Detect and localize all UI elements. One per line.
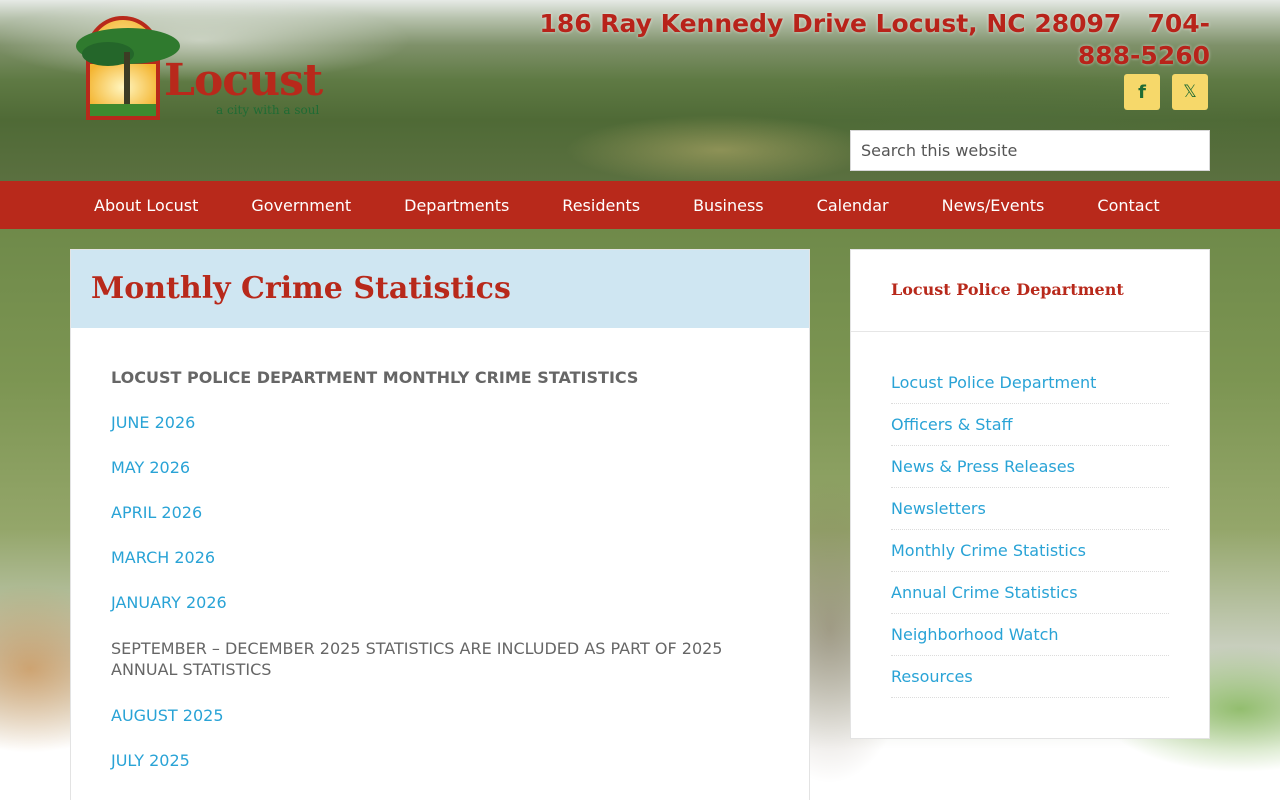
nav-item-about-locust[interactable]: About Locust [94,196,198,215]
sidebar-item: Resources [891,656,1169,698]
nav-item-residents[interactable]: Residents [562,196,640,215]
nav-item-business[interactable]: Business [693,196,764,215]
facebook-icon[interactable]: f [1124,74,1160,110]
sidebar-link-annual-crime-stats[interactable]: Annual Crime Statistics [891,583,1078,602]
main-navigation: About Locust Government Departments Resi… [0,181,1280,229]
sidebar-item: Newsletters [891,488,1169,530]
stats-link-july-2025[interactable]: JULY 2025 [111,751,769,770]
sidebar-item: Neighborhood Watch [891,614,1169,656]
x-twitter-icon[interactable]: 𝕏 [1172,74,1208,110]
nav-item-contact[interactable]: Contact [1097,196,1159,215]
sidebar-link-monthly-crime-stats[interactable]: Monthly Crime Statistics [891,541,1086,560]
logo-wordmark: Locust [164,55,323,106]
sidebar: Locust Police Department Locust Police D… [850,249,1210,739]
stats-link-june-2026[interactable]: JUNE 2026 [111,413,769,432]
page-title-bar: Monthly Crime Statistics [71,250,809,328]
sidebar-link-officers-staff[interactable]: Officers & Staff [891,415,1013,434]
stats-link-may-2026[interactable]: MAY 2026 [111,458,769,477]
sidebar-item: Monthly Crime Statistics [891,530,1169,572]
sidebar-link-police-department[interactable]: Locust Police Department [891,373,1096,392]
stats-link-january-2026[interactable]: JANUARY 2026 [111,593,769,612]
annual-stats-note: SEPTEMBER – DECEMBER 2025 STATISTICS ARE… [111,639,723,679]
sidebar-link-newsletters[interactable]: Newsletters [891,499,986,518]
social-links: f 𝕏 [1124,74,1208,110]
sidebar-item: News & Press Releases [891,446,1169,488]
address-text: 186 Ray Kennedy Drive Locust, NC 28097 [539,9,1122,38]
search-input[interactable] [850,130,1210,171]
sidebar-item: Officers & Staff [891,404,1169,446]
nav-item-news-events[interactable]: News/Events [942,196,1045,215]
nav-item-government[interactable]: Government [251,196,351,215]
entry-content: LOCUST POLICE DEPARTMENT MONTHLY CRIME S… [71,328,809,770]
nav-item-departments[interactable]: Departments [404,196,509,215]
sidebar-header: Locust Police Department [851,250,1209,332]
sidebar-link-resources[interactable]: Resources [891,667,973,686]
logo-tagline: a city with a soul [216,103,320,117]
page-title: Monthly Crime Statistics [91,271,511,306]
sidebar-link-news-press[interactable]: News & Press Releases [891,457,1075,476]
sidebar-menu: Locust Police Department Officers & Staf… [851,332,1209,698]
nav-item-calendar[interactable]: Calendar [817,196,889,215]
stats-link-august-2025[interactable]: AUGUST 2025 [111,706,769,725]
section-heading: LOCUST POLICE DEPARTMENT MONTHLY CRIME S… [111,368,639,387]
sidebar-item: Annual Crime Statistics [891,572,1169,614]
site-logo[interactable]: Locust a city with a soul [72,12,323,124]
stats-link-march-2026[interactable]: MARCH 2026 [111,548,769,567]
contact-info: 186 Ray Kennedy Drive Locust, NC 28097 7… [490,8,1210,72]
main-content: Monthly Crime Statistics LOCUST POLICE D… [70,249,810,800]
stats-link-april-2026[interactable]: APRIL 2026 [111,503,769,522]
sidebar-title: Locust Police Department [891,280,1124,299]
sidebar-item: Locust Police Department [891,362,1169,404]
sidebar-link-neighborhood-watch[interactable]: Neighborhood Watch [891,625,1059,644]
